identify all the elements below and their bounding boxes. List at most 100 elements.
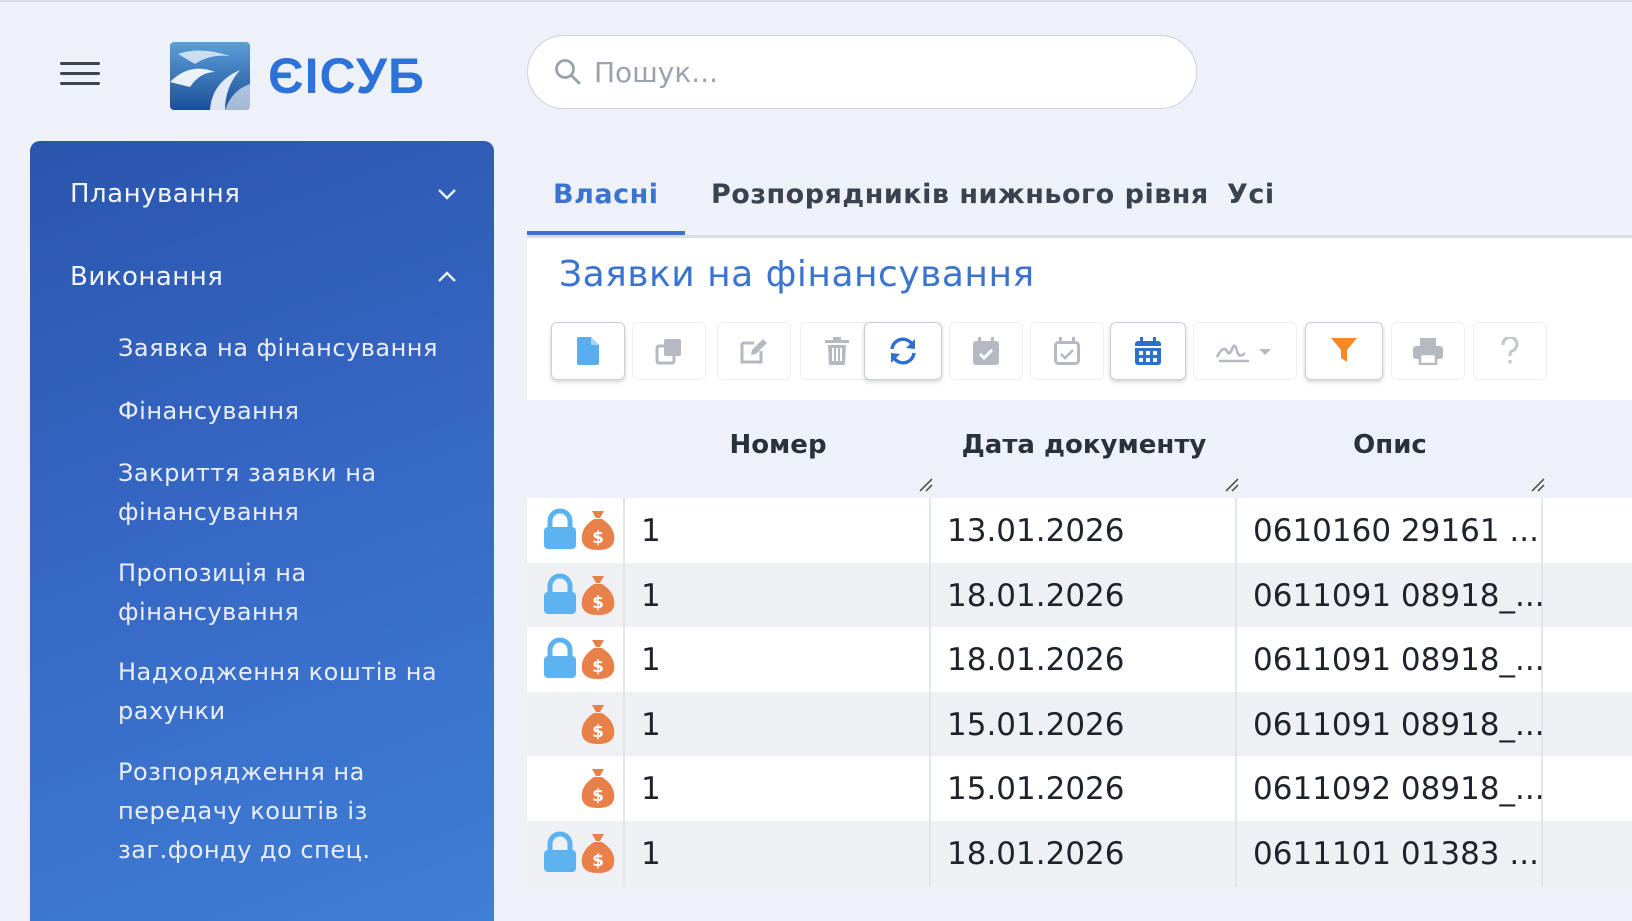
lock-icon: [541, 573, 579, 617]
sidebar-item-funding-request[interactable]: Заявка на фінансування: [118, 329, 458, 368]
copy-button[interactable]: [632, 322, 706, 380]
column-divider: [1235, 756, 1237, 822]
column-resize-handle[interactable]: [1225, 478, 1239, 492]
column-divider: [929, 756, 931, 822]
column-divider: [929, 691, 931, 758]
menu-toggle-button[interactable]: [60, 62, 100, 88]
cell-date: 18.01.2026: [947, 835, 1125, 872]
money-bag-icon: $: [579, 702, 617, 746]
table-row[interactable]: $1 15.01.2026 0611092 08918_...: [527, 756, 1632, 822]
money-bag-icon: $: [579, 573, 617, 617]
column-divider: [929, 562, 931, 629]
filter-button[interactable]: [1305, 322, 1383, 380]
refresh-icon: [890, 337, 916, 365]
column-header-number[interactable]: Номер: [625, 430, 931, 460]
lock-icon: [541, 637, 579, 681]
cell-number: 1: [641, 771, 661, 807]
app-name: ЄІСУБ: [268, 48, 425, 104]
sidebar: Планування Виконання Заявка на фінансува…: [30, 141, 494, 921]
svg-text:$: $: [592, 786, 604, 806]
cell-description: 0611092 08918_...: [1253, 771, 1545, 807]
help-button[interactable]: [1473, 322, 1547, 380]
search-box[interactable]: [527, 35, 1197, 109]
sidebar-item-funding[interactable]: Фінансування: [118, 392, 458, 431]
refresh-button[interactable]: [864, 322, 942, 380]
list-panel: Заявки на фінансування: [527, 238, 1632, 400]
money-bag-icon: $: [579, 766, 617, 810]
new-document-icon: [577, 337, 599, 365]
column-divider: [623, 562, 625, 629]
cell-date: 13.01.2026: [947, 513, 1125, 549]
column-divider: [1235, 562, 1237, 629]
edit-button[interactable]: [717, 322, 791, 380]
cell-description: 0610160 29161 ...: [1253, 513, 1539, 549]
cell-description: 0611091 08918_...: [1253, 706, 1545, 743]
calendar-check-icon: [973, 337, 999, 365]
logo-emblem-icon: [170, 42, 250, 110]
column-divider: [1235, 691, 1237, 758]
active-tab-indicator: [527, 231, 685, 235]
print-button[interactable]: [1391, 322, 1465, 380]
sidebar-section-label: Виконання: [70, 262, 224, 292]
sidebar-section-planning[interactable]: Планування: [70, 179, 458, 209]
table-row[interactable]: $1 15.01.2026 0611091 08918_...: [527, 691, 1632, 758]
column-divider: [623, 820, 625, 887]
column-divider: [929, 498, 931, 564]
svg-text:$: $: [592, 593, 604, 613]
column-resize-handle[interactable]: [1531, 478, 1545, 492]
signature-menu-button[interactable]: [1193, 322, 1297, 380]
cell-number: 1: [641, 513, 661, 549]
print-icon: [1413, 338, 1443, 365]
table-row[interactable]: $1 18.01.2026 0611091 08918_...: [527, 562, 1632, 629]
column-header-description[interactable]: Опис: [1237, 430, 1543, 460]
search-input[interactable]: [592, 54, 1156, 90]
lock-icon: [541, 831, 579, 875]
tab-lower-level[interactable]: Розпорядників нижнього рівня: [711, 179, 1209, 210]
chevron-up-icon: [438, 271, 456, 282]
hamburger-line: [60, 62, 100, 65]
new-document-button[interactable]: [551, 322, 625, 380]
column-divider: [623, 627, 625, 693]
confirm-date-button[interactable]: [1030, 322, 1104, 380]
cell-description: 0611101 01383 ...: [1253, 835, 1539, 872]
money-bag-icon: $: [579, 637, 617, 681]
calendar-icon: [1135, 337, 1161, 365]
table-row[interactable]: $1 18.01.2026 0611101 01383 ...: [527, 820, 1632, 887]
sidebar-item-close-request[interactable]: Закриття заявки на фінансування: [118, 454, 458, 532]
column-divider: [623, 498, 625, 564]
cell-description: 0611091 08918_...: [1253, 642, 1545, 678]
lock-icon: [541, 508, 579, 552]
table-row[interactable]: $1 18.01.2026 0611091 08918_...: [527, 627, 1632, 693]
filter-icon: [1331, 338, 1357, 362]
svg-text:$: $: [592, 722, 604, 742]
cell-number: 1: [641, 835, 661, 872]
table-row[interactable]: $1 13.01.2026 0610160 29161 ...: [527, 498, 1632, 564]
tab-own[interactable]: Власні: [553, 179, 659, 210]
svg-text:$: $: [592, 528, 604, 548]
column-resize-handle[interactable]: [919, 478, 933, 492]
cell-number: 1: [641, 706, 661, 743]
svg-text:$: $: [592, 657, 604, 677]
app-logo[interactable]: ЄІСУБ: [170, 42, 425, 110]
sidebar-item-funding-proposal[interactable]: Пропозиція на фінансування: [118, 554, 458, 632]
tab-all[interactable]: Усі: [1227, 179, 1275, 210]
sidebar-item-receipts[interactable]: Надходження коштів на рахунки: [118, 653, 458, 731]
column-header-date[interactable]: Дата документу: [931, 430, 1237, 460]
page-title: Заявки на фінансування: [559, 254, 1035, 295]
column-divider: [1235, 627, 1237, 693]
calendar-button[interactable]: [1110, 322, 1186, 380]
chevron-down-icon: [438, 189, 456, 200]
cell-date: 15.01.2026: [947, 771, 1125, 807]
sidebar-section-label: Планування: [70, 179, 241, 209]
sidebar-section-execution[interactable]: Виконання: [70, 262, 458, 292]
approve-date-button[interactable]: [949, 322, 1023, 380]
tab-bar: Власні Розпорядників нижнього рівня Усі: [527, 167, 1632, 238]
sidebar-item-transfer-order[interactable]: Розпорядження на передачу коштів із заг.…: [118, 753, 458, 870]
column-divider: [929, 627, 931, 693]
table-header: Номер Дата документу Опис: [527, 400, 1632, 498]
column-divider: [623, 691, 625, 758]
delete-button[interactable]: [800, 322, 874, 380]
cell-date: 18.01.2026: [947, 642, 1125, 678]
cell-number: 1: [641, 642, 661, 678]
column-divider: [1235, 498, 1237, 564]
